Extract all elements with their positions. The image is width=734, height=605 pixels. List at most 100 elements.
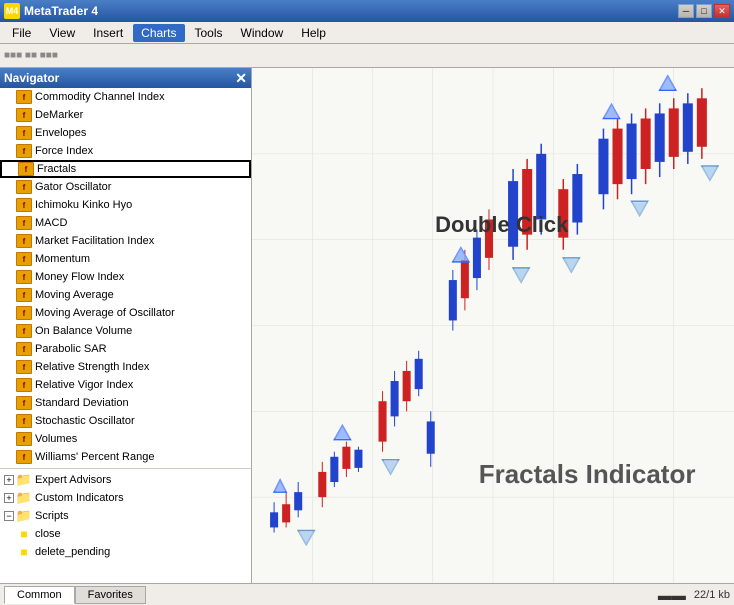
chart-svg bbox=[252, 68, 734, 583]
nav-item-expert-advisors[interactable]: + 📁 Expert Advisors bbox=[0, 471, 251, 489]
indicator-icon: f bbox=[16, 198, 32, 212]
indicator-icon: f bbox=[16, 414, 32, 428]
menu-view[interactable]: View bbox=[41, 24, 83, 42]
nav-label: Relative Vigor Index bbox=[35, 379, 133, 391]
main-area: Navigator ✕ f Commodity Channel Index f … bbox=[0, 68, 734, 583]
nav-item-moving-average[interactable]: f Moving Average bbox=[0, 286, 251, 304]
nav-item-volumes[interactable]: f Volumes bbox=[0, 430, 251, 448]
indicator-icon: f bbox=[16, 432, 32, 446]
menu-charts[interactable]: Charts bbox=[133, 24, 184, 42]
nav-item-fractals[interactable]: f Fractals bbox=[0, 160, 251, 178]
nav-label: DeMarker bbox=[35, 109, 83, 121]
script-icon-close: ■ bbox=[16, 527, 32, 541]
nav-item-demarker[interactable]: f DeMarker bbox=[0, 106, 251, 124]
nav-item-ichimoku[interactable]: f Ichimoku Kinko Hyo bbox=[0, 196, 251, 214]
minimize-button[interactable]: ─ bbox=[678, 4, 694, 18]
nav-item-money-flow[interactable]: f Money Flow Index bbox=[0, 268, 251, 286]
indicator-icon: f bbox=[16, 144, 32, 158]
indicator-icon: f bbox=[16, 306, 32, 320]
indicator-icon: f bbox=[16, 378, 32, 392]
nav-label: delete_pending bbox=[35, 546, 110, 558]
indicator-icon: f bbox=[16, 342, 32, 356]
navigator-title: Navigator bbox=[4, 71, 59, 85]
maximize-button[interactable]: □ bbox=[696, 4, 712, 18]
indicator-icon: f bbox=[16, 450, 32, 464]
navigator-panel: Navigator ✕ f Commodity Channel Index f … bbox=[0, 68, 252, 583]
nav-label: Ichimoku Kinko Hyo bbox=[35, 199, 132, 211]
status-kb: 22/1 kb bbox=[694, 589, 730, 601]
chart-indicator-icon: ▬▬ bbox=[658, 587, 686, 603]
nav-item-gator-oscillator[interactable]: f Gator Oscillator bbox=[0, 178, 251, 196]
menu-file[interactable]: File bbox=[4, 24, 39, 42]
status-right: ▬▬ 22/1 kb bbox=[658, 587, 730, 603]
nav-label: Commodity Channel Index bbox=[35, 91, 165, 103]
nav-label: MACD bbox=[35, 217, 67, 229]
expand-icon-scripts[interactable]: − bbox=[4, 511, 14, 521]
indicator-icon: f bbox=[16, 216, 32, 230]
tab-group: Common Favorites bbox=[4, 586, 146, 604]
navigator-body[interactable]: f Commodity Channel Index f DeMarker f E… bbox=[0, 88, 251, 583]
nav-item-market-facilitation[interactable]: f Market Facilitation Index bbox=[0, 232, 251, 250]
bottom-bar: Common Favorites ▬▬ 22/1 kb bbox=[0, 583, 734, 605]
close-button[interactable]: ✕ bbox=[714, 4, 730, 18]
nav-item-standard-deviation[interactable]: f Standard Deviation bbox=[0, 394, 251, 412]
nav-item-stochastic[interactable]: f Stochastic Oscillator bbox=[0, 412, 251, 430]
nav-item-moving-average-oscillator[interactable]: f Moving Average of Oscillator bbox=[0, 304, 251, 322]
nav-item-on-balance-volume[interactable]: f On Balance Volume bbox=[0, 322, 251, 340]
nav-label: Scripts bbox=[35, 510, 69, 522]
app-icon: M4 bbox=[4, 3, 20, 19]
indicator-icon: f bbox=[16, 252, 32, 266]
nav-label: Moving Average of Oscillator bbox=[35, 307, 175, 319]
nav-item-rvi[interactable]: f Relative Vigor Index bbox=[0, 376, 251, 394]
title-bar-left: M4 MetaTrader 4 bbox=[4, 3, 98, 19]
nav-label: Volumes bbox=[35, 433, 77, 445]
nav-label: On Balance Volume bbox=[35, 325, 132, 337]
nav-item-williams[interactable]: f Williams' Percent Range bbox=[0, 448, 251, 466]
menu-help[interactable]: Help bbox=[293, 24, 334, 42]
nav-item-force-index[interactable]: f Force Index bbox=[0, 142, 251, 160]
tab-favorites[interactable]: Favorites bbox=[75, 586, 146, 604]
nav-item-delete-pending-script[interactable]: ■ delete_pending bbox=[0, 543, 251, 561]
menu-bar: File View Insert Charts Tools Window Hel… bbox=[0, 22, 734, 44]
nav-label: Standard Deviation bbox=[35, 397, 129, 409]
nav-label: Gator Oscillator bbox=[35, 181, 111, 193]
nav-label: Parabolic SAR bbox=[35, 343, 107, 355]
nav-item-envelopes[interactable]: f Envelopes bbox=[0, 124, 251, 142]
indicator-icon: f bbox=[18, 162, 34, 176]
nav-item-close-script[interactable]: ■ close bbox=[0, 525, 251, 543]
menu-insert[interactable]: Insert bbox=[85, 24, 131, 42]
nav-label: Fractals bbox=[37, 163, 76, 175]
nav-item-macd[interactable]: f MACD bbox=[0, 214, 251, 232]
nav-item-custom-indicators[interactable]: + 📁 Custom Indicators bbox=[0, 489, 251, 507]
app-title: MetaTrader 4 bbox=[24, 4, 98, 18]
folder-icon-scripts: 📁 bbox=[16, 509, 32, 523]
navigator-close-button[interactable]: ✕ bbox=[235, 71, 247, 85]
nav-item-momentum[interactable]: f Momentum bbox=[0, 250, 251, 268]
nav-label: Momentum bbox=[35, 253, 90, 265]
chart-area[interactable]: Double Click Fractals Indicator bbox=[252, 68, 734, 583]
menu-tools[interactable]: Tools bbox=[187, 24, 231, 42]
nav-label: Williams' Percent Range bbox=[35, 451, 154, 463]
menu-window[interactable]: Window bbox=[233, 24, 292, 42]
indicator-icon: f bbox=[16, 108, 32, 122]
nav-item-rsi[interactable]: f Relative Strength Index bbox=[0, 358, 251, 376]
folder-icon-ci: 📁 bbox=[16, 491, 32, 505]
indicator-icon: f bbox=[16, 234, 32, 248]
script-icon-delete: ■ bbox=[16, 545, 32, 559]
nav-item-commodity-channel-index[interactable]: f Commodity Channel Index bbox=[0, 88, 251, 106]
indicator-icon: f bbox=[16, 360, 32, 374]
expand-icon-ea[interactable]: + bbox=[4, 475, 14, 485]
indicator-icon: f bbox=[16, 90, 32, 104]
indicator-icon: f bbox=[16, 180, 32, 194]
nav-item-parabolic-sar[interactable]: f Parabolic SAR bbox=[0, 340, 251, 358]
nav-item-scripts[interactable]: − 📁 Scripts bbox=[0, 507, 251, 525]
nav-label: Market Facilitation Index bbox=[35, 235, 154, 247]
expand-icon-ci[interactable]: + bbox=[4, 493, 14, 503]
nav-label: Stochastic Oscillator bbox=[35, 415, 135, 427]
indicator-icon: f bbox=[16, 270, 32, 284]
tab-common[interactable]: Common bbox=[4, 586, 75, 604]
toolbar: ■■■ ■■ ■■■ bbox=[0, 44, 734, 68]
nav-label: Moving Average bbox=[35, 289, 114, 301]
title-bar-controls: ─ □ ✕ bbox=[678, 4, 730, 18]
navigator-header: Navigator ✕ bbox=[0, 68, 251, 88]
